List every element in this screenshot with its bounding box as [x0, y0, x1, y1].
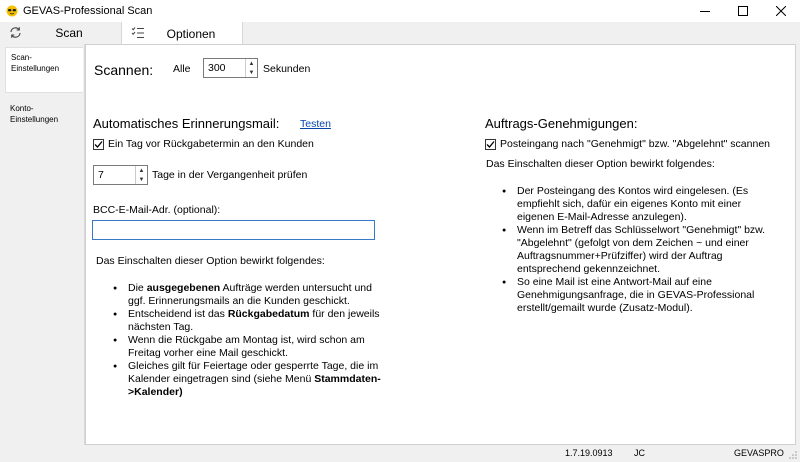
test-link[interactable]: Testen: [300, 118, 331, 130]
spin-down-icon[interactable]: ▼: [246, 68, 257, 77]
approvals-info-intro: Das Einschalten dieser Option bewirkt fo…: [486, 158, 715, 170]
window-title: GEVAS-Professional Scan: [23, 5, 153, 17]
sunglasses-app-icon: [6, 5, 18, 17]
status-user: JC: [634, 448, 645, 458]
approvals-info-list: Der Posteingang des Kontos wird eingeles…: [502, 185, 780, 315]
close-button[interactable]: [762, 0, 800, 22]
sidebar-item-label: Einstellungen: [10, 115, 59, 124]
days-value: 7: [98, 169, 104, 181]
days-label: Tage in der Vergangenheit prüfen: [152, 169, 308, 181]
reminder-checkbox-label: Ein Tag vor Rückgabetermin an den Kunden: [108, 138, 314, 150]
status-database: GEVASPRO: [734, 448, 784, 458]
maximize-button[interactable]: [724, 0, 762, 22]
scan-interval-stepper[interactable]: 300 ▲ ▼: [203, 58, 258, 78]
spin-up-icon[interactable]: ▲: [246, 59, 257, 68]
sidebar: Scan- Einstellungen Konto- Einstellungen: [0, 44, 85, 445]
list-item: Gleiches gilt für Feiertage oder gesperr…: [113, 360, 388, 399]
spin-down-icon[interactable]: ▼: [136, 175, 147, 184]
list-item: So eine Mail ist eine Antwort-Mail auf e…: [502, 276, 780, 315]
tab-optionen-label: Optionen: [166, 26, 216, 41]
tab-optionen[interactable]: Optionen: [121, 22, 243, 45]
minimize-button[interactable]: [686, 0, 724, 22]
spin-up-icon[interactable]: ▲: [136, 166, 147, 175]
scan-seconds-label: Sekunden: [263, 63, 311, 75]
resize-grip-icon[interactable]: [788, 450, 798, 460]
checkbox-box[interactable]: [93, 138, 104, 150]
checkmark-icon: [94, 140, 103, 148]
tab-scan[interactable]: Scan: [0, 22, 120, 44]
list-item: Wenn im Betreff das Schlüsselwort "Geneh…: [502, 224, 780, 276]
tab-strip: Scan Optionen: [0, 22, 800, 45]
bcc-email-input[interactable]: [92, 220, 375, 240]
checkbox-box[interactable]: [485, 138, 496, 150]
sidebar-item-scan-einstellungen[interactable]: Scan- Einstellungen: [5, 47, 83, 93]
reminder-checkbox[interactable]: Ein Tag vor Rückgabetermin an den Kunden: [93, 138, 314, 150]
title-bar: GEVAS-Professional Scan: [0, 0, 800, 22]
sidebar-item-label: Einstellungen: [11, 64, 60, 73]
bcc-label: BCC-E-Mail-Adr. (optional):: [93, 204, 221, 216]
scan-interval-value: 300: [208, 62, 226, 74]
sidebar-item-label: Konto-: [10, 104, 34, 113]
approvals-heading: Auftrags-Genehmigungen:: [485, 116, 638, 131]
settings-panel: Scannen: Alle 300 ▲ ▼ Sekunden Automatis…: [85, 44, 796, 445]
tab-scan-label: Scan: [55, 26, 83, 40]
reminder-info-list: Die ausgegebenen Aufträge werden untersu…: [113, 282, 388, 399]
list-item: Die ausgegebenen Aufträge werden untersu…: [113, 282, 388, 308]
list-item: Der Posteingang des Kontos wird eingeles…: [502, 185, 780, 224]
list-item: Entscheidend ist das Rückgabedatum für d…: [113, 308, 388, 334]
list-item: Wenn die Rückgabe am Montag ist, wird sc…: [113, 334, 388, 360]
close-icon: [776, 6, 786, 16]
approvals-checkbox[interactable]: Posteingang nach "Genehmigt" bzw. "Abgel…: [485, 138, 770, 150]
days-stepper[interactable]: 7 ▲ ▼: [93, 165, 148, 185]
scan-every-label: Alle: [173, 63, 191, 75]
scan-heading: Scannen:: [94, 62, 154, 78]
minimize-icon: [700, 11, 710, 12]
maximize-icon: [738, 6, 748, 16]
reminder-heading: Automatisches Erinnerungsmail:: [93, 116, 280, 131]
status-version: 1.7.19.0913: [565, 448, 613, 458]
status-bar: 1.7.19.0913 JC GEVASPRO: [0, 445, 800, 462]
reminder-info-intro: Das Einschalten dieser Option bewirkt fo…: [96, 255, 325, 267]
approvals-checkbox-label: Posteingang nach "Genehmigt" bzw. "Abgel…: [500, 138, 771, 150]
checkmark-icon: [486, 140, 495, 148]
sidebar-item-label: Scan-: [11, 53, 32, 62]
sidebar-item-konto-einstellungen[interactable]: Konto- Einstellungen: [5, 99, 83, 129]
